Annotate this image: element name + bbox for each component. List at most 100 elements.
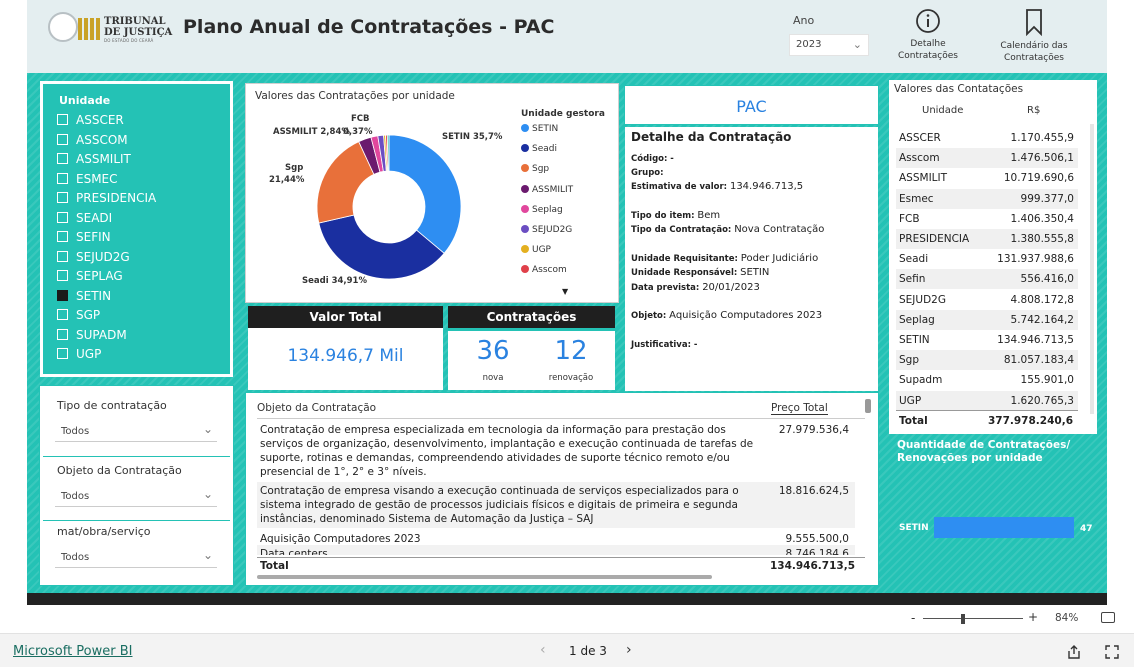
- grupo-label: Grupo:: [631, 168, 664, 178]
- unidade-item-ugp[interactable]: UGP: [57, 347, 101, 365]
- objeto-contratacao-dropdown[interactable]: Todos ⌄: [55, 485, 217, 507]
- share-icon[interactable]: [1066, 644, 1082, 660]
- checkbox[interactable]: [57, 172, 68, 184]
- unidade-item-seplag[interactable]: SEPLAG: [57, 269, 123, 287]
- values-table-row[interactable]: Esmec 999.377,0: [896, 188, 1078, 209]
- col-objeto-header[interactable]: Objeto da Contratação: [257, 402, 376, 414]
- mat-obra-servico-dropdown[interactable]: Todos ⌄: [55, 546, 217, 568]
- values-table-row[interactable]: Sefin 556.416,0: [896, 269, 1078, 290]
- donut-slice-setin[interactable]: [388, 134, 462, 254]
- checkbox[interactable]: [57, 348, 68, 359]
- filter-divider: [43, 520, 230, 521]
- next-page-icon[interactable]: ›: [626, 642, 632, 658]
- objetos-vertical-scrollbar[interactable]: [865, 399, 871, 413]
- objetos-table-row[interactable]: Contratação de empresa especializada em …: [257, 421, 855, 479]
- unidade-item-asscom[interactable]: ASSCOM: [57, 133, 128, 151]
- values-table-row[interactable]: Supadm 155.901,0: [896, 370, 1078, 390]
- bar-chart-title: Quantidade de Contratações/ Renovações p…: [897, 439, 1071, 464]
- info-icon: [916, 9, 940, 33]
- requisitante-value: Poder Judiciário: [740, 253, 819, 264]
- checkbox[interactable]: [57, 133, 68, 145]
- unidade-item-sgp[interactable]: SGP: [57, 308, 100, 326]
- checkbox[interactable]: [57, 309, 68, 320]
- checkbox[interactable]: [57, 153, 68, 164]
- legend-item-seadi[interactable]: Seadi: [521, 144, 557, 154]
- checkbox[interactable]: [57, 231, 68, 242]
- values-table-row[interactable]: SETIN 134.946.713,5: [896, 330, 1078, 350]
- checkbox[interactable]: [57, 211, 68, 223]
- ano-value: 2023: [796, 39, 822, 50]
- detalhe-contratacoes-button[interactable]: Detalhe Contratações: [893, 8, 963, 62]
- unidade-item-seadi[interactable]: SEADI: [57, 211, 112, 229]
- ano-dropdown[interactable]: 2023 ⌄: [789, 34, 869, 56]
- legend-label: Seplag: [532, 204, 563, 215]
- values-scrollbar[interactable]: [1090, 124, 1094, 414]
- values-table-row[interactable]: ASSCER 1.170.455,9: [896, 128, 1078, 148]
- objetos-table-row[interactable]: Aquisição Computadores 2023 9.555.500,0: [257, 530, 855, 545]
- unidade-item-sejud2g[interactable]: SEJUD2G: [57, 250, 130, 268]
- unidade-item-assmilit[interactable]: ASSMILIT: [57, 152, 131, 170]
- values-table-row[interactable]: Seadi 131.937.988,6: [896, 249, 1078, 269]
- unidade-item-presidencia[interactable]: PRESIDENCIA: [57, 191, 156, 209]
- col-unidade-header[interactable]: Unidade: [922, 105, 963, 116]
- label-sgp: Sgp: [285, 163, 304, 173]
- powerbi-brand-link[interactable]: Microsoft Power BI: [13, 644, 132, 659]
- unidade-item-asscer[interactable]: ASSCER: [57, 113, 124, 131]
- values-table-row[interactable]: PRESIDENCIA 1.380.555,8: [896, 229, 1078, 249]
- checkbox[interactable]: [57, 289, 68, 301]
- unidade-item-supadm[interactable]: SUPADM: [57, 328, 127, 346]
- checkbox[interactable]: [57, 270, 68, 281]
- checkbox[interactable]: [57, 250, 68, 262]
- bar-setin[interactable]: [934, 517, 1074, 538]
- legend-item-seplag[interactable]: Seplag: [521, 204, 563, 215]
- legend-label: UGP: [532, 245, 551, 256]
- unidade-item-label: ASSCOM: [76, 132, 128, 147]
- fit-to-page-icon[interactable]: [1101, 612, 1115, 623]
- zoom-in-button[interactable]: +: [1028, 610, 1038, 624]
- legend-item-ugp[interactable]: UGP: [521, 245, 551, 255]
- prev-page-icon[interactable]: ‹: [540, 642, 546, 658]
- unidade-item-setin[interactable]: SETIN: [57, 289, 111, 307]
- col-preco-header[interactable]: Preço Total: [771, 402, 828, 415]
- legend-scroll-down-icon[interactable]: ▼: [562, 287, 568, 296]
- legend-dot-icon: [521, 204, 529, 213]
- legend-item-sejud2g[interactable]: SEJUD2G: [521, 225, 572, 235]
- row-valor: 134.946.713,5: [997, 334, 1074, 346]
- objeto-label: Objeto:: [631, 311, 667, 321]
- objetos-horizontal-scrollbar[interactable]: [257, 575, 712, 579]
- values-table-row[interactable]: SEJUD2G 4.808.172,8: [896, 290, 1078, 310]
- values-total-value: 377.978.240,6: [987, 415, 1073, 427]
- values-table-row[interactable]: Asscom 1.476.506,1: [896, 148, 1078, 169]
- donut-chart-panel: Valores das Contratações por unidade SET…: [245, 83, 619, 303]
- values-table-row[interactable]: ASSMILIT 10.719.690,6: [896, 168, 1078, 188]
- fullscreen-icon[interactable]: [1104, 644, 1120, 660]
- unidade-item-sefin[interactable]: SEFIN: [57, 230, 111, 248]
- tipo-contratacao-dropdown[interactable]: Todos ⌄: [55, 420, 217, 442]
- values-table-row[interactable]: UGP 1.620.765,3: [896, 390, 1078, 411]
- zoom-slider-track[interactable]: [923, 618, 1023, 619]
- legend-item-setin[interactable]: SETIN: [521, 124, 558, 134]
- unidade-item-esmec[interactable]: ESMEC: [57, 172, 118, 190]
- tipo-contratacao-detail-label: Tipo da Contratação:: [631, 225, 732, 235]
- objetos-table-row[interactable]: Contratação de empresa visando a execuçã…: [257, 482, 855, 528]
- values-table-row[interactable]: FCB 1.406.350,4: [896, 209, 1078, 229]
- checkbox[interactable]: [57, 114, 68, 125]
- values-table-row[interactable]: Seplag 5.742.164,2: [896, 309, 1078, 330]
- checkbox[interactable]: [57, 328, 68, 340]
- row-valor: 556.416,0: [1020, 273, 1074, 286]
- legend-item-sgp[interactable]: Sgp: [521, 164, 549, 174]
- powerbi-footer: Microsoft Power BI ‹ 1 de 3 ›: [0, 633, 1134, 667]
- row-valor: 999.377,0: [1020, 192, 1074, 205]
- legend-item-asscom[interactable]: Asscom: [521, 265, 567, 275]
- col-rs-header[interactable]: R$: [1027, 105, 1040, 116]
- donut-chart[interactable]: [309, 127, 469, 287]
- legend-item-assmilit[interactable]: ASSMILIT: [521, 184, 573, 195]
- zoom-out-button[interactable]: -: [911, 611, 915, 625]
- zoom-slider-thumb[interactable]: [961, 614, 965, 624]
- justificativa-row: Justificativa: -: [631, 340, 697, 350]
- checkbox[interactable]: [57, 192, 68, 203]
- row-unidade: Asscom: [899, 152, 940, 165]
- objetos-table-row[interactable]: Data centers 8.746.184,6: [257, 545, 855, 555]
- values-table-row[interactable]: Sgp 81.057.183,4: [896, 350, 1078, 371]
- calendario-contratacoes-button[interactable]: Calendário das Contratações: [992, 8, 1076, 64]
